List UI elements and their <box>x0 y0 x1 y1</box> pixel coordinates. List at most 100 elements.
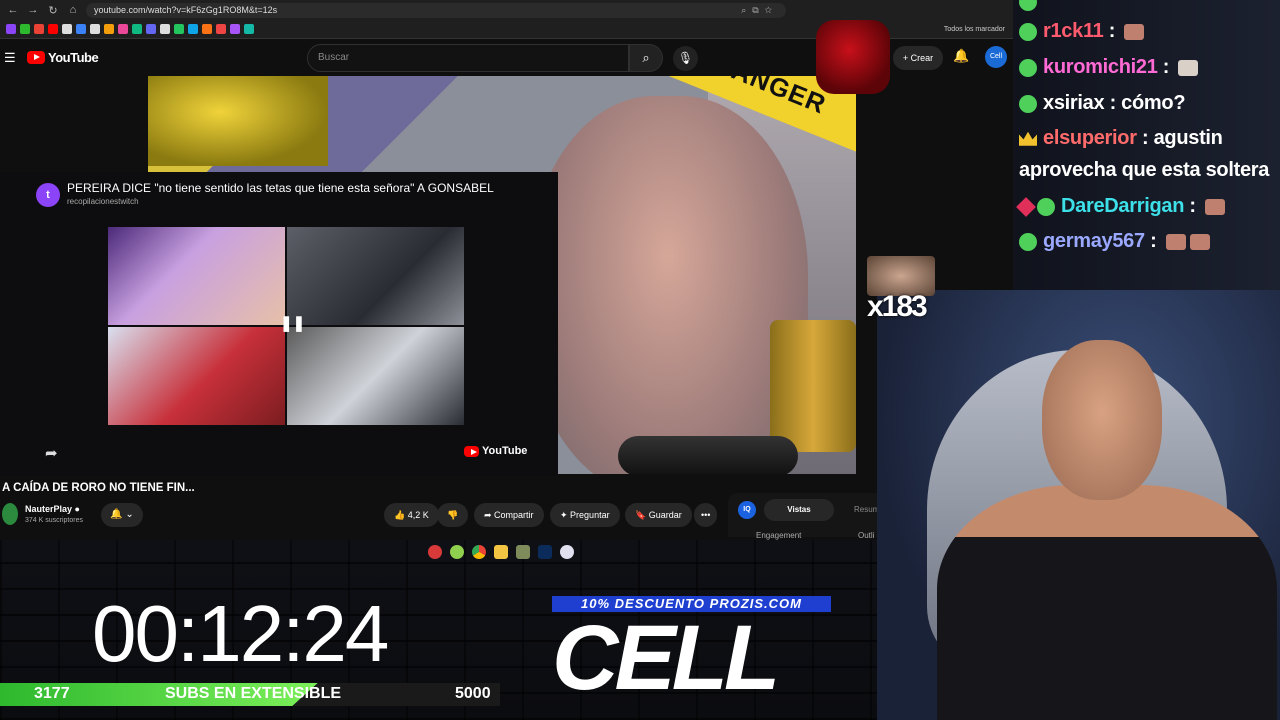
chat-user[interactable]: r1ck11 <box>1043 20 1104 42</box>
barrel-graphic <box>770 320 856 452</box>
chat-message: germay567 : <box>1019 230 1210 253</box>
bookmark-icon[interactable] <box>216 24 226 34</box>
bookmark-icon[interactable] <box>160 24 170 34</box>
save-label: Guardar <box>648 510 682 520</box>
bookmark-icon[interactable] <box>132 24 142 34</box>
chat-badge <box>1019 58 1037 77</box>
bookmark-icon[interactable] <box>118 24 128 34</box>
menu-icon[interactable]: ☰ <box>4 50 16 66</box>
home-icon[interactable]: ⌂ <box>66 4 80 16</box>
bookmark-icon[interactable] <box>244 24 254 34</box>
share-label: Compartir <box>494 510 534 520</box>
channel-name-text: NauterPlay <box>25 504 73 514</box>
cam-tile <box>287 227 464 325</box>
bookmark-icon[interactable] <box>174 24 184 34</box>
engagement-label: Engagement <box>756 531 802 540</box>
avatar[interactable]: Cell <box>985 46 1007 68</box>
hazard-barrels-graphic <box>148 76 328 166</box>
tab-resumen[interactable]: Resum <box>854 505 879 514</box>
bookmark-icon[interactable] <box>20 24 30 34</box>
chat-emote <box>1178 59 1199 76</box>
emote-combo: x183 <box>867 256 935 330</box>
chat-badge <box>1019 22 1037 41</box>
cube-badge-icon <box>1016 196 1036 217</box>
vidiq-icon[interactable]: IQ <box>738 501 756 519</box>
share-icon[interactable]: ➦ <box>45 444 58 462</box>
cam-tile <box>287 327 464 425</box>
youtube-watermark[interactable]: YouTube <box>464 445 527 457</box>
folder-icon[interactable] <box>494 545 508 559</box>
cam-tile <box>108 327 285 425</box>
stream-timer: 00:12:24 <box>92 589 389 678</box>
bookmark-icon[interactable] <box>76 24 86 34</box>
tab-vistas[interactable]: Vistas <box>764 499 834 521</box>
chat-badge <box>1037 197 1055 216</box>
pause-icon[interactable]: ❚❚ <box>280 314 305 332</box>
chat-message-continued: aprovecha que esta soltera <box>1019 159 1270 181</box>
subscription-bell-button[interactable]: 🔔 ⌄ <box>101 503 143 527</box>
chat-text: : agustin <box>1141 127 1223 149</box>
photoshop-icon[interactable] <box>538 545 552 559</box>
search-input[interactable]: Buscar <box>307 44 629 72</box>
back-icon[interactable]: ← <box>6 4 20 16</box>
dislike-button[interactable]: 👎 <box>437 503 469 527</box>
channel-name[interactable]: NauterPlay ● <box>25 504 80 514</box>
ask-label: Preguntar <box>570 510 610 520</box>
youtube-play-icon <box>27 51 45 64</box>
more-options-icon[interactable]: ••• <box>694 503 718 527</box>
streamer-body <box>937 485 1277 720</box>
ask-button[interactable]: ✦ Preguntar <box>550 503 620 527</box>
barrel-graphic <box>618 436 798 474</box>
reload-icon[interactable]: ↻ <box>46 4 60 17</box>
chat-user[interactable]: germay567 <box>1043 230 1145 252</box>
address-bar[interactable]: youtube.com/watch?v=kF6zGg1RO8M&t=12s ⌕⧉… <box>86 2 786 18</box>
bookmark-icon[interactable] <box>202 24 212 34</box>
verified-icon: ● <box>74 504 80 514</box>
chat-text: : cómo? <box>1109 92 1186 114</box>
all-bookmarks-label[interactable]: Todos los marcador <box>944 26 1005 33</box>
subscriber-count: 374 K suscriptores <box>25 517 83 524</box>
search-icon[interactable]: ⌕ <box>629 44 663 72</box>
bookmark-icon[interactable] <box>62 24 72 34</box>
youtube-logo[interactable]: YouTube <box>27 50 99 65</box>
crown-icon <box>1019 131 1037 146</box>
youtube-play-icon <box>464 445 479 457</box>
bookmark-icon[interactable] <box>90 24 100 34</box>
chat-emote <box>1189 233 1210 250</box>
chrome-icon[interactable] <box>472 545 486 559</box>
bookmark-icon[interactable] <box>188 24 198 34</box>
notifications-icon[interactable]: 🔔 <box>953 48 969 64</box>
app-icon[interactable] <box>428 545 442 559</box>
bookmark-icon[interactable] <box>146 24 156 34</box>
bookmark-icon[interactable] <box>6 24 16 34</box>
embed-channel[interactable]: recopilacionestwitch <box>67 197 139 206</box>
app-icon[interactable] <box>560 545 574 559</box>
forward-icon[interactable]: → <box>26 4 40 16</box>
chat-user[interactable]: DareDarrigan <box>1061 195 1184 217</box>
chat-user[interactable]: elsuperior <box>1043 127 1137 149</box>
clip-embed-player[interactable]: t PEREIRA DICE "no tiene sentido las tet… <box>0 172 558 476</box>
share-button[interactable]: ➦ Compartir <box>474 503 544 527</box>
subs-label: SUBS EN EXTENSIBLE <box>165 685 342 702</box>
cam-tile <box>108 227 285 325</box>
save-button[interactable]: 🔖 Guardar <box>625 503 692 527</box>
microphone-icon[interactable]: 🎙 <box>673 46 698 71</box>
streamer-webcam <box>877 290 1280 720</box>
embed-title[interactable]: PEREIRA DICE "no tiene sentido las tetas… <box>67 181 537 195</box>
taskbar <box>420 542 610 562</box>
chat-user[interactable]: xsiriax <box>1043 92 1105 114</box>
create-button[interactable]: + Crear <box>893 46 943 70</box>
dislike-icon: 👎 <box>447 510 459 520</box>
bookmark-icon[interactable] <box>104 24 114 34</box>
vidiq-panel: IQ Vistas Resum Engagement Outli <box>728 493 879 540</box>
bookmark-icon[interactable] <box>230 24 240 34</box>
subs-current: 3177 <box>34 685 70 702</box>
bookmark-icon[interactable] <box>48 24 58 34</box>
app-icon[interactable] <box>516 545 530 559</box>
chat-user[interactable]: kuromichi21 <box>1043 56 1158 78</box>
app-icon[interactable] <box>450 545 464 559</box>
like-button[interactable]: 👍 4,2 K <box>384 503 439 527</box>
emote-count: x183 <box>867 290 928 323</box>
bookmark-icon[interactable] <box>34 24 44 34</box>
channel-avatar[interactable] <box>2 503 18 525</box>
